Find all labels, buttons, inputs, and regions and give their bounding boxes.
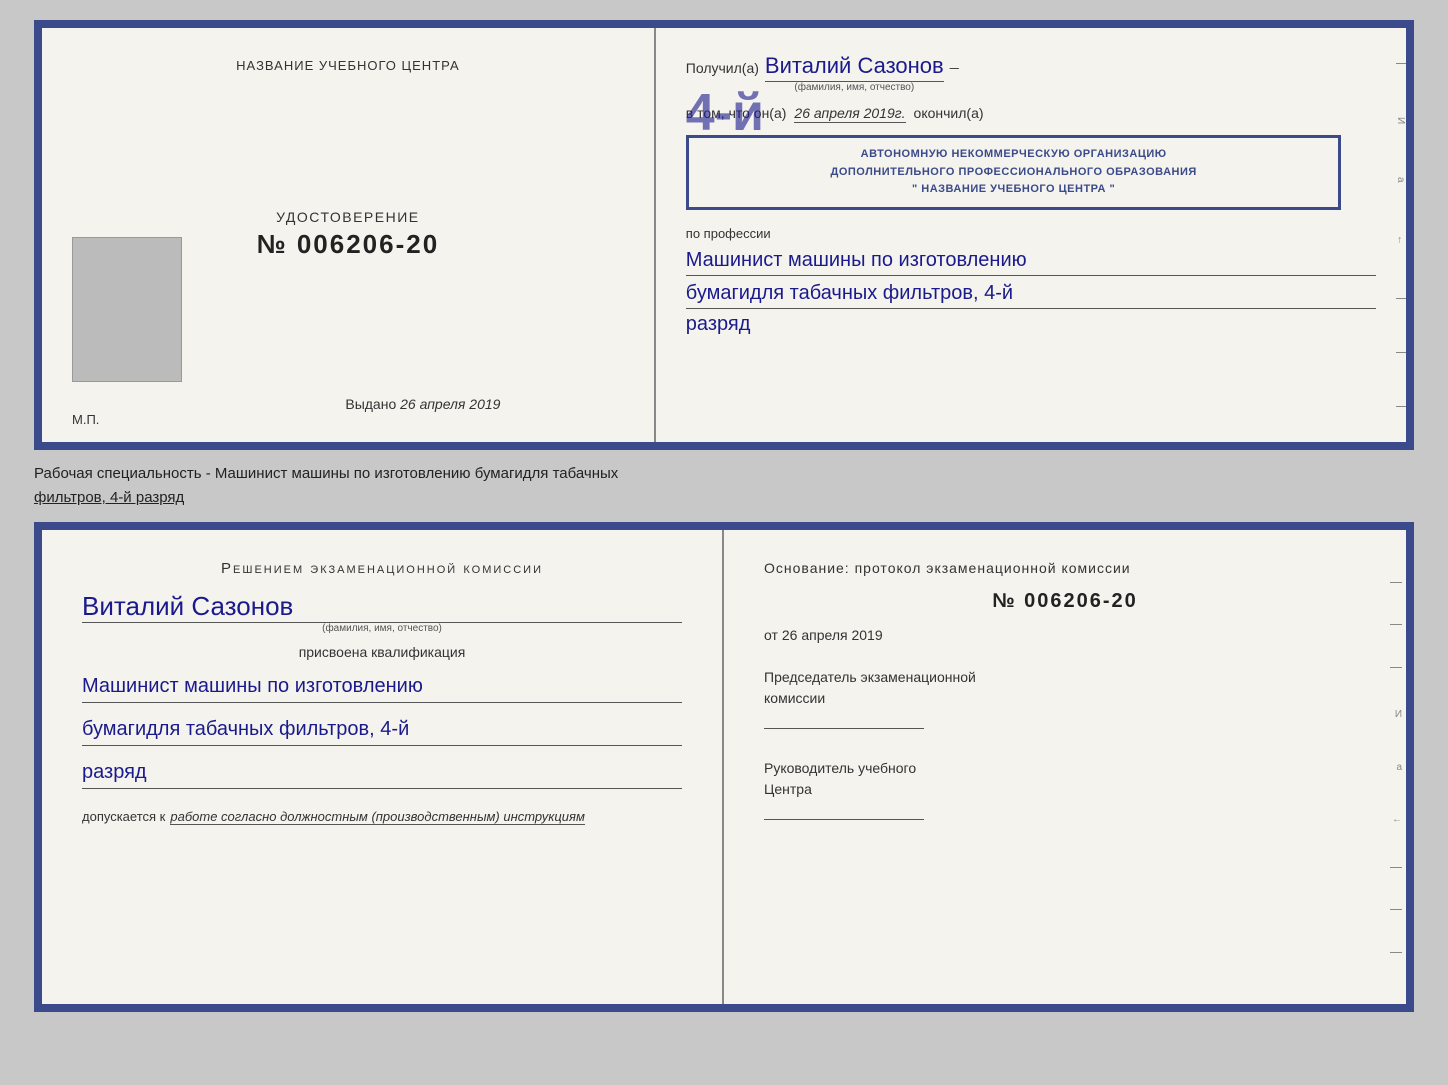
photo-placeholder <box>72 237 182 382</box>
chairman-signature-line <box>764 709 924 729</box>
date-prefix: от <box>764 627 778 643</box>
allowed-label-text: допускается к <box>82 809 165 824</box>
description-underline: фильтров, 4-й разряд <box>34 489 184 506</box>
edge-line-3 <box>1390 667 1402 668</box>
deco-line-3 <box>1396 352 1406 353</box>
stamp-block: АВТОНОМНУЮ НЕКОММЕРЧЕСКУЮ ОРГАНИЗАЦИЮ ДО… <box>686 135 1342 210</box>
recipient-line: Получил(а) Виталий Сазонов (фамилия, имя… <box>686 53 1376 93</box>
qual-profession-2: бумагидля табачных фильтров, 4-й <box>82 713 682 746</box>
person-name: Виталий Сазонов <box>82 591 682 623</box>
big-number-stamp: 4-й <box>686 83 764 143</box>
edge-text-i: И <box>1395 709 1402 720</box>
director-label-1: Руководитель учебного <box>764 758 1366 779</box>
description-text: Рабочая специальность - Машинист машины … <box>34 462 1414 510</box>
side-text-3: ← <box>1388 235 1406 245</box>
chairman-label-1: Председатель экзаменационной <box>764 667 1366 688</box>
allowed-text: работе согласно должностным (производств… <box>170 809 585 825</box>
deco-line-2 <box>1396 298 1406 299</box>
finished-label: окончил(а) <box>914 105 984 121</box>
cert-number-block: УДОСТОВЕРЕНИЕ № 006206-20 <box>257 209 440 260</box>
basis-label: Основание: протокол экзаменационной коми… <box>764 560 1366 576</box>
cert-right-panel: 4-й Получил(а) Виталий Сазонов (фамилия,… <box>656 28 1406 442</box>
cert-label: УДОСТОВЕРЕНИЕ <box>257 209 440 225</box>
issued-label: Выдано <box>345 396 396 412</box>
chairman-label-2: комиссии <box>764 688 1366 709</box>
edge-line-6 <box>1390 952 1402 953</box>
issued-line: Выдано 26 апреля 2019 <box>345 396 500 412</box>
qual-profession-1: Машинист машины по изготовлению <box>82 670 682 703</box>
profession-section: по профессии Машинист машины по изготовл… <box>686 226 1376 339</box>
profession-label: по профессии <box>686 226 1376 241</box>
edge-text-arrow: ← <box>1392 814 1402 825</box>
training-center-title: НАЗВАНИЕ УЧЕБНОГО ЦЕНТРА <box>236 58 459 73</box>
director-label-2: Центра <box>764 779 1366 800</box>
edge-line-5 <box>1390 909 1402 910</box>
edge-line-2 <box>1390 624 1402 625</box>
profession-text-3: разряд <box>686 309 1376 339</box>
protocol-number: № 006206-20 <box>764 590 1366 613</box>
cert-number: № 006206-20 <box>257 229 440 259</box>
stamp-line2: ДОПОЛНИТЕЛЬНОГО ПРОФЕССИОНАЛЬНОГО ОБРАЗО… <box>701 164 1327 182</box>
recipient-sub: (фамилия, имя, отчество) <box>765 82 944 93</box>
person-name-sub: (фамилия, имя, отчество) <box>322 623 442 634</box>
right-edge-decorations: И а ← <box>1390 530 1402 1004</box>
director-block: Руководитель учебного Центра <box>764 758 1366 825</box>
person-name-block: Виталий Сазонов (фамилия, имя, отчество) <box>82 591 682 634</box>
side-text: И <box>1388 117 1406 124</box>
side-text-2: а <box>1388 177 1406 183</box>
chairman-block: Председатель экзаменационной комиссии <box>764 667 1366 734</box>
description-main: Рабочая специальность - Машинист машины … <box>34 465 618 482</box>
stamp-line3: " НАЗВАНИЕ УЧЕБНОГО ЦЕНТРА " <box>701 181 1327 199</box>
qual-left-panel: Решением экзаменационной комиссии Витали… <box>42 530 724 1004</box>
deco-line-4 <box>1396 406 1406 407</box>
received-label: Получил(а) <box>686 60 759 76</box>
deco-line <box>1396 63 1406 64</box>
side-decorations: И а ← <box>1388 28 1406 442</box>
allowed-line: допускается к работе согласно должностны… <box>82 809 682 825</box>
profession-text-2: бумагидля табачных фильтров, 4-й <box>686 278 1376 309</box>
assigned-label: присвоена квалификация <box>82 644 682 660</box>
protocol-date-value: 26 апреля 2019 <box>782 627 883 643</box>
cert-left-panel: НАЗВАНИЕ УЧЕБНОГО ЦЕНТРА УДОСТОВЕРЕНИЕ №… <box>42 28 656 442</box>
edge-line-4 <box>1390 867 1402 868</box>
protocol-date: от 26 апреля 2019 <box>764 627 1366 643</box>
qual-profession-3: разряд <box>82 756 682 789</box>
edge-text-a: а <box>1396 762 1402 773</box>
date-written: 26 апреля 2019г. <box>794 105 905 123</box>
in-that-line: в том, что он(а) 26 апреля 2019г. окончи… <box>686 105 1376 123</box>
decision-title: Решением экзаменационной комиссии <box>82 560 682 577</box>
stamp-line1: АВТОНОМНУЮ НЕКОММЕРЧЕСКУЮ ОРГАНИЗАЦИЮ <box>701 146 1327 164</box>
issued-date: 26 апреля 2019 <box>400 396 500 412</box>
certificate-document: НАЗВАНИЕ УЧЕБНОГО ЦЕНТРА УДОСТОВЕРЕНИЕ №… <box>34 20 1414 450</box>
mp-label: М.П. <box>72 412 99 427</box>
recipient-name: Виталий Сазонов <box>765 53 944 82</box>
edge-line-1 <box>1390 582 1402 583</box>
qualification-document: Решением экзаменационной комиссии Витали… <box>34 522 1414 1012</box>
director-signature-line <box>764 800 924 820</box>
profession-text-1: Машинист машины по изготовлению <box>686 245 1376 276</box>
qual-right-panel: Основание: протокол экзаменационной коми… <box>724 530 1406 1004</box>
